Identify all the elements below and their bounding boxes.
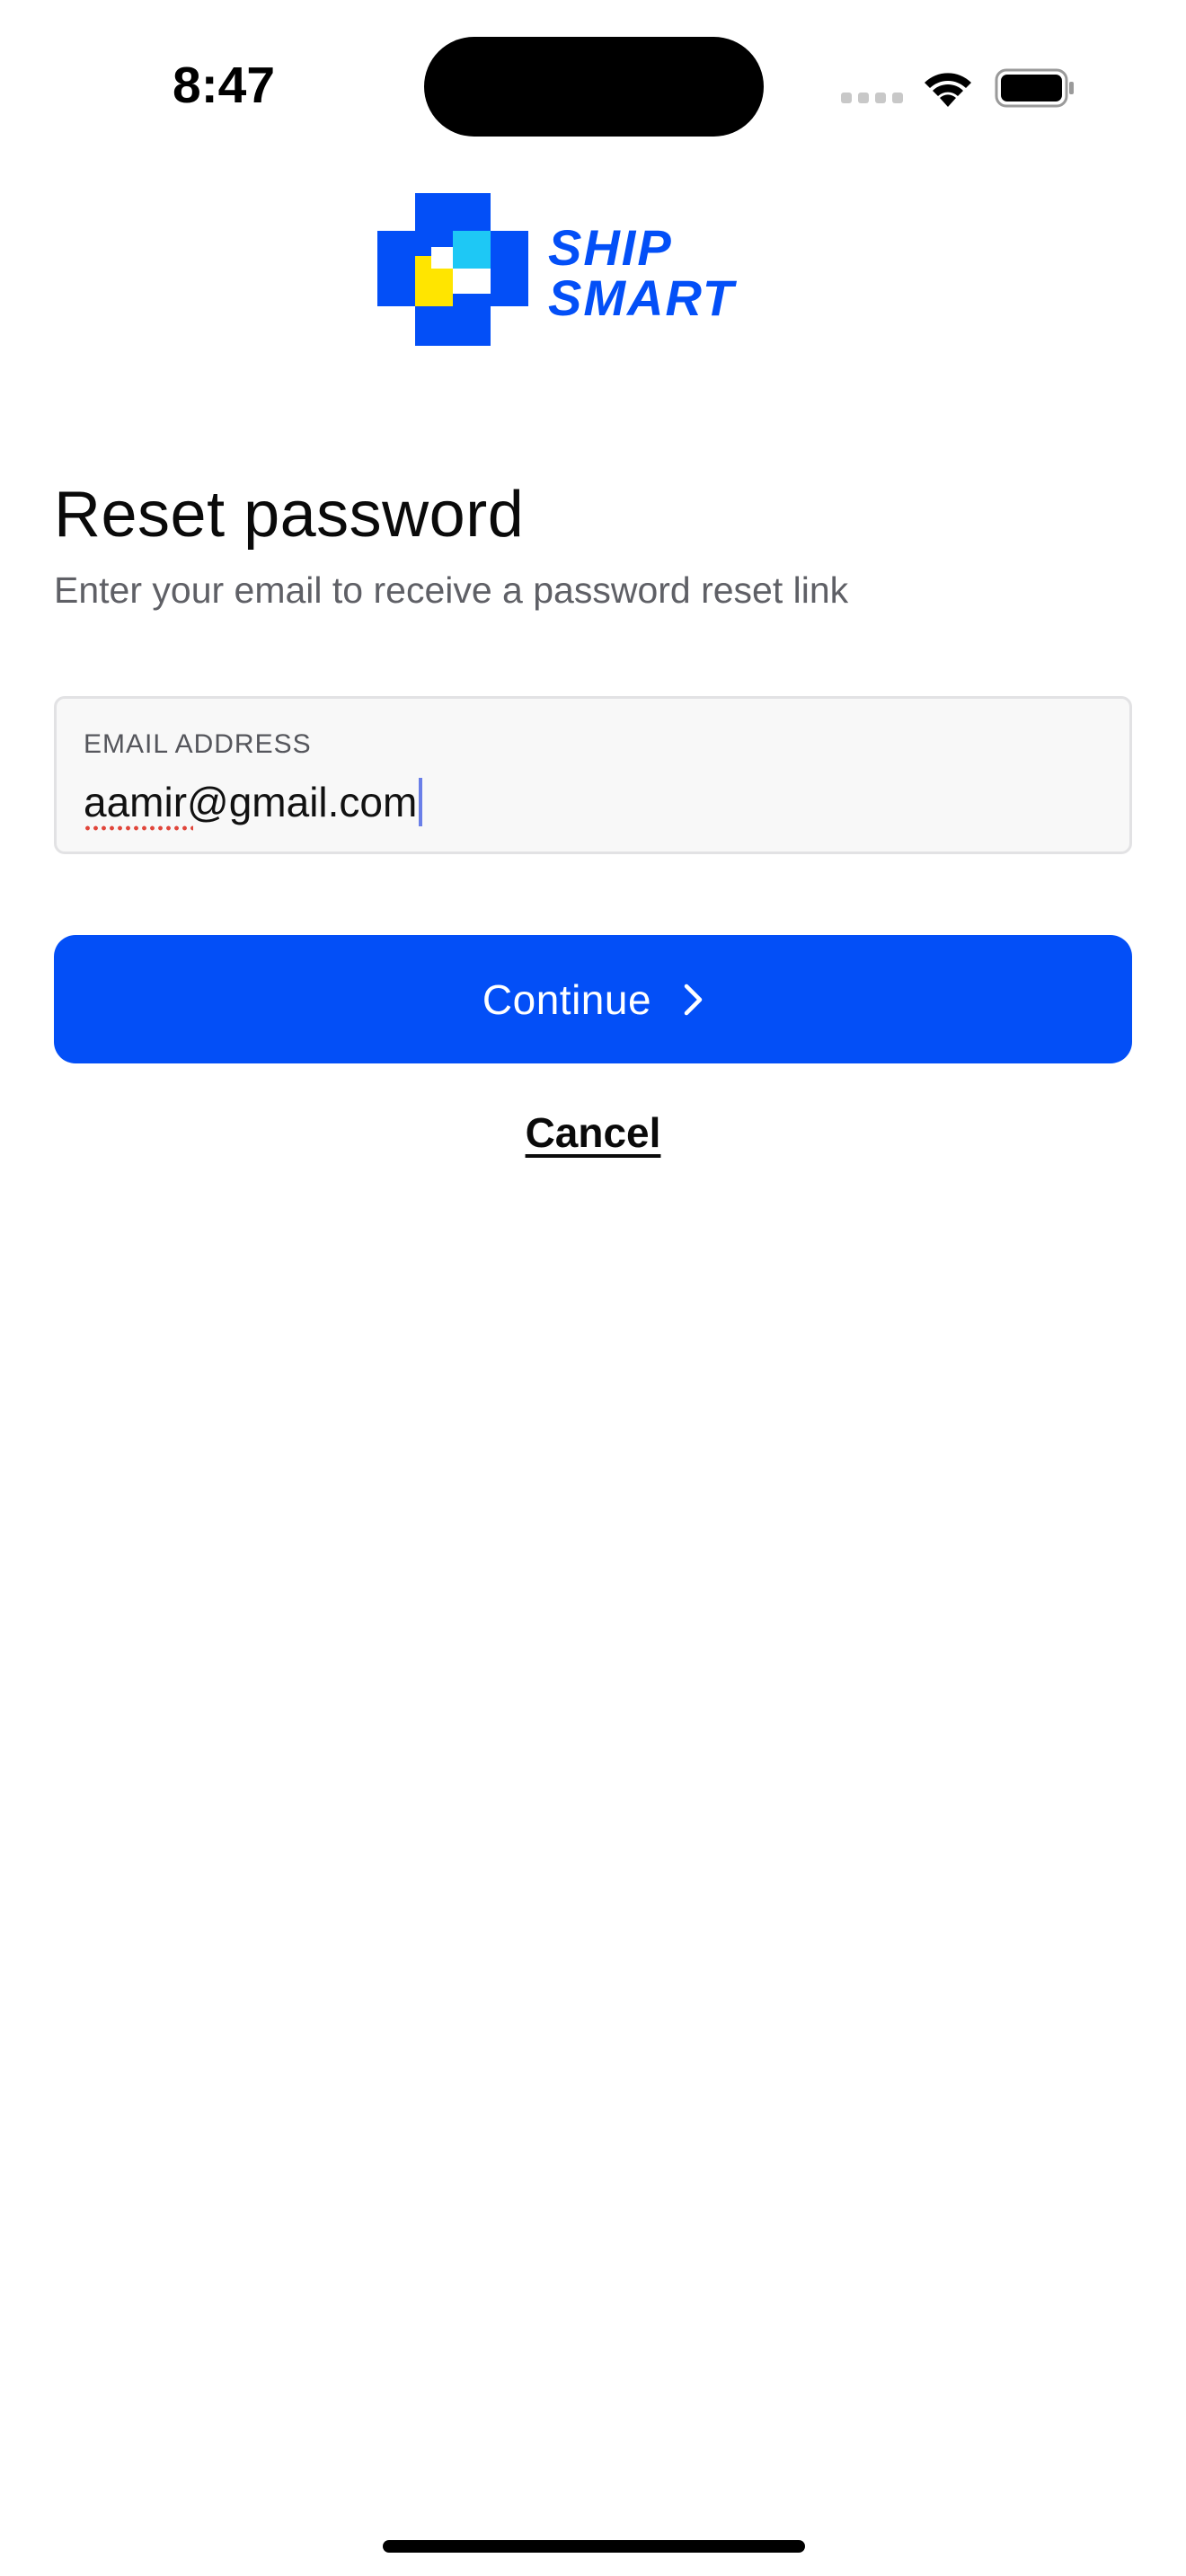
status-time: 8:47: [173, 57, 276, 114]
spellcheck-underline: [84, 825, 193, 831]
cellular-signal-icon: [841, 93, 904, 103]
ship-smart-logo: SHIP SMART: [377, 193, 738, 346]
text-cursor: [419, 778, 423, 826]
email-input[interactable]: aamir@gmail.com: [84, 775, 423, 829]
wifi-icon: [925, 73, 971, 107]
email-field-label: EMAIL ADDRESS: [84, 729, 312, 759]
dynamic-island: [424, 37, 764, 137]
email-field[interactable]: EMAIL ADDRESS aamir@gmail.com: [54, 696, 1132, 854]
svg-text:SMART: SMART: [548, 269, 738, 326]
email-input-value: aamir@gmail.com: [84, 779, 418, 825]
cancel-link-row: Cancel: [0, 1108, 1186, 1157]
battery-icon: [995, 68, 1074, 108]
svg-text:SHIP: SHIP: [548, 219, 673, 276]
chevron-right-icon: [684, 984, 703, 1015]
home-indicator[interactable]: [383, 2540, 805, 2553]
continue-button-label: Continue: [482, 975, 652, 1023]
reset-password-screen: 8:47 SHIP SMART Reset password Enter you…: [0, 0, 1186, 2576]
cancel-link[interactable]: Cancel: [526, 1109, 661, 1156]
page-subtitle: Enter your email to receive a password r…: [54, 569, 849, 611]
page-title: Reset password: [54, 479, 525, 551]
continue-button[interactable]: Continue: [54, 935, 1132, 1063]
